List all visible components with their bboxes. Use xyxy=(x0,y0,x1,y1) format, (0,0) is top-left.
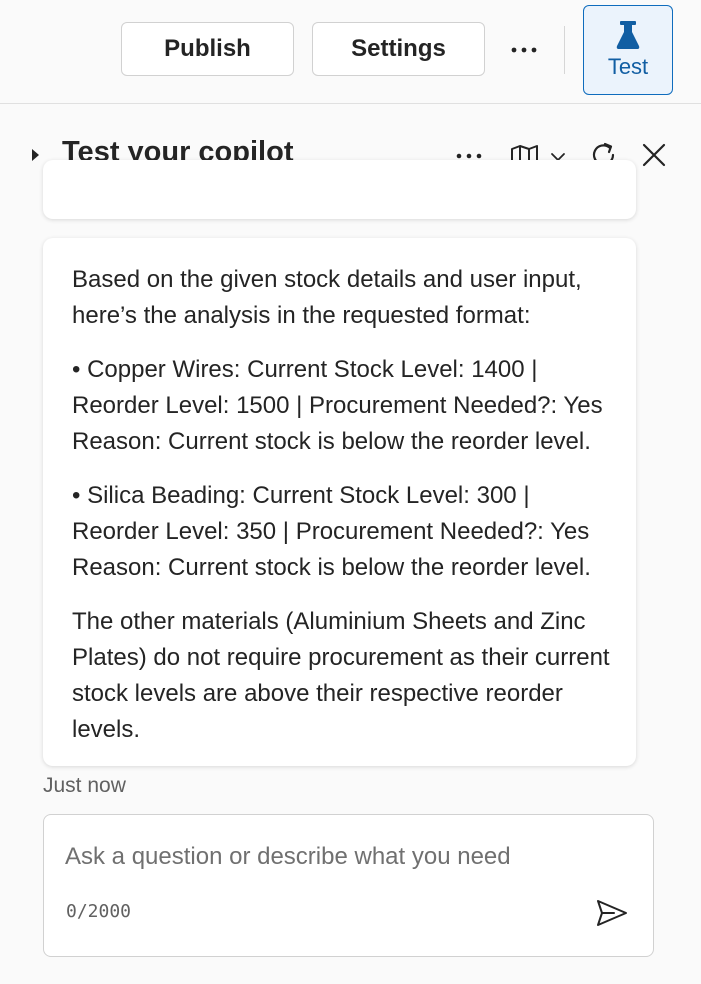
message-timestamp: Just now xyxy=(43,774,126,797)
message-paragraph: • Silica Beading: Current Stock Level: 3… xyxy=(72,482,591,581)
settings-button[interactable]: Settings xyxy=(312,22,485,76)
character-count: 0/2000 xyxy=(66,901,132,922)
top-toolbar: Publish Settings Test xyxy=(0,0,701,104)
copilot-test-page: Publish Settings Test Test your copilot xyxy=(0,0,701,984)
publish-button[interactable]: Publish xyxy=(121,22,294,76)
chat-input[interactable] xyxy=(65,837,625,877)
message-paragraph: Based on the given stock details and use… xyxy=(72,266,582,329)
close-button[interactable] xyxy=(640,141,668,169)
test-button-label: Test xyxy=(607,54,649,79)
more-horizontal-icon xyxy=(456,153,482,159)
bot-message-bubble: Based on the given stock details and use… xyxy=(43,238,636,766)
chat-transcript: Based on the given stock details and use… xyxy=(0,160,701,984)
message-paragraph: • Copper Wires: Current Stock Level: 140… xyxy=(72,356,603,455)
toolbar-divider xyxy=(564,26,565,74)
collapse-caret-icon[interactable] xyxy=(32,149,39,161)
beaker-icon xyxy=(616,21,640,49)
close-icon xyxy=(642,143,666,167)
message-paragraph: The other materials (Aluminium Sheets an… xyxy=(72,608,610,743)
test-button[interactable]: Test xyxy=(583,5,673,95)
previous-message-bubble xyxy=(43,160,636,219)
send-button[interactable] xyxy=(592,893,632,933)
more-horizontal-icon xyxy=(511,47,537,53)
chat-composer: 0/2000 xyxy=(43,814,654,957)
more-options-button[interactable] xyxy=(508,34,540,66)
send-icon xyxy=(597,900,627,926)
